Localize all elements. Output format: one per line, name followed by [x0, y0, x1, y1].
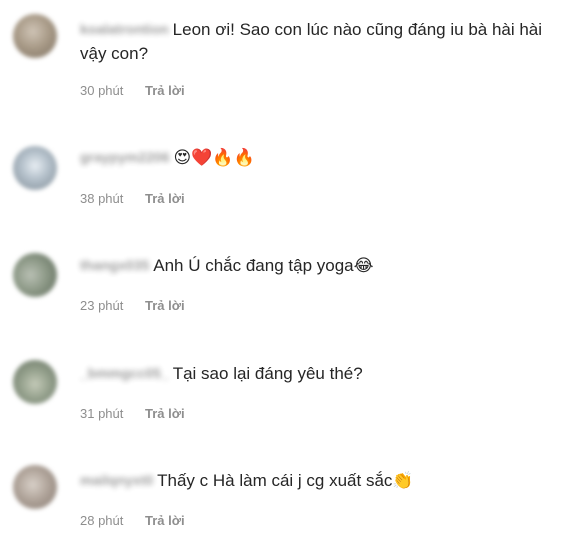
- reply-button[interactable]: Trả lời: [145, 406, 185, 421]
- timestamp[interactable]: 23 phút: [80, 297, 132, 315]
- timestamp[interactable]: 28 phút: [80, 512, 132, 530]
- comment-emoji: 😂: [353, 256, 374, 276]
- comment-meta: 38 phút Trả lời: [80, 190, 185, 208]
- comment-meta: 28 phút Trả lời: [80, 512, 185, 530]
- username[interactable]: graypym2206: [80, 145, 170, 169]
- comment-text: Thấy c Hà làm cái j cg xuất sắc: [157, 471, 393, 490]
- comment-body: koalatrontion Leon ơi! Sao con lúc nào cũ…: [80, 17, 571, 66]
- timestamp[interactable]: 31 phút: [80, 405, 132, 423]
- username[interactable]: koalatrontion: [80, 17, 169, 41]
- comment-emoji: 😍❤️🔥🔥: [173, 148, 255, 168]
- timestamp[interactable]: 30 phút: [80, 82, 132, 100]
- comment-meta: 31 phút Trả lời: [80, 405, 185, 423]
- username[interactable]: mailqnyxt0: [80, 468, 153, 492]
- reply-button[interactable]: Trả lời: [145, 298, 185, 313]
- username[interactable]: thangx035: [80, 253, 149, 277]
- avatar[interactable]: [13, 14, 57, 58]
- reply-button[interactable]: Trả lời: [145, 83, 185, 98]
- comment-emoji: 👏: [392, 471, 414, 491]
- comment-body: graypym2206 😍❤️🔥🔥: [80, 145, 571, 170]
- avatar[interactable]: [13, 253, 57, 297]
- reply-button[interactable]: Trả lời: [145, 191, 185, 206]
- timestamp[interactable]: 38 phút: [80, 190, 132, 208]
- comment-text: Tại sao lại đáng yêu thé?: [172, 364, 363, 383]
- username[interactable]: _bmmgcc05_: [80, 361, 169, 385]
- avatar[interactable]: [13, 465, 57, 509]
- comment-body: thangx035 Anh Ú chắc đang tập yoga😂: [80, 253, 571, 278]
- comment-body: mailqnyxt0 Thấy c Hà làm cái j cg xuất sắ…: [80, 468, 571, 493]
- comment-body: _bmmgcc05_ Tại sao lại đáng yêu thé?: [80, 361, 571, 386]
- comment-meta: 30 phút Trả lời: [80, 82, 185, 100]
- avatar[interactable]: [13, 146, 57, 190]
- comment-text: Anh Ú chắc đang tập yoga: [153, 256, 354, 275]
- reply-button[interactable]: Trả lời: [145, 513, 185, 528]
- comment-meta: 23 phút Trả lời: [80, 297, 185, 315]
- avatar[interactable]: [13, 360, 57, 404]
